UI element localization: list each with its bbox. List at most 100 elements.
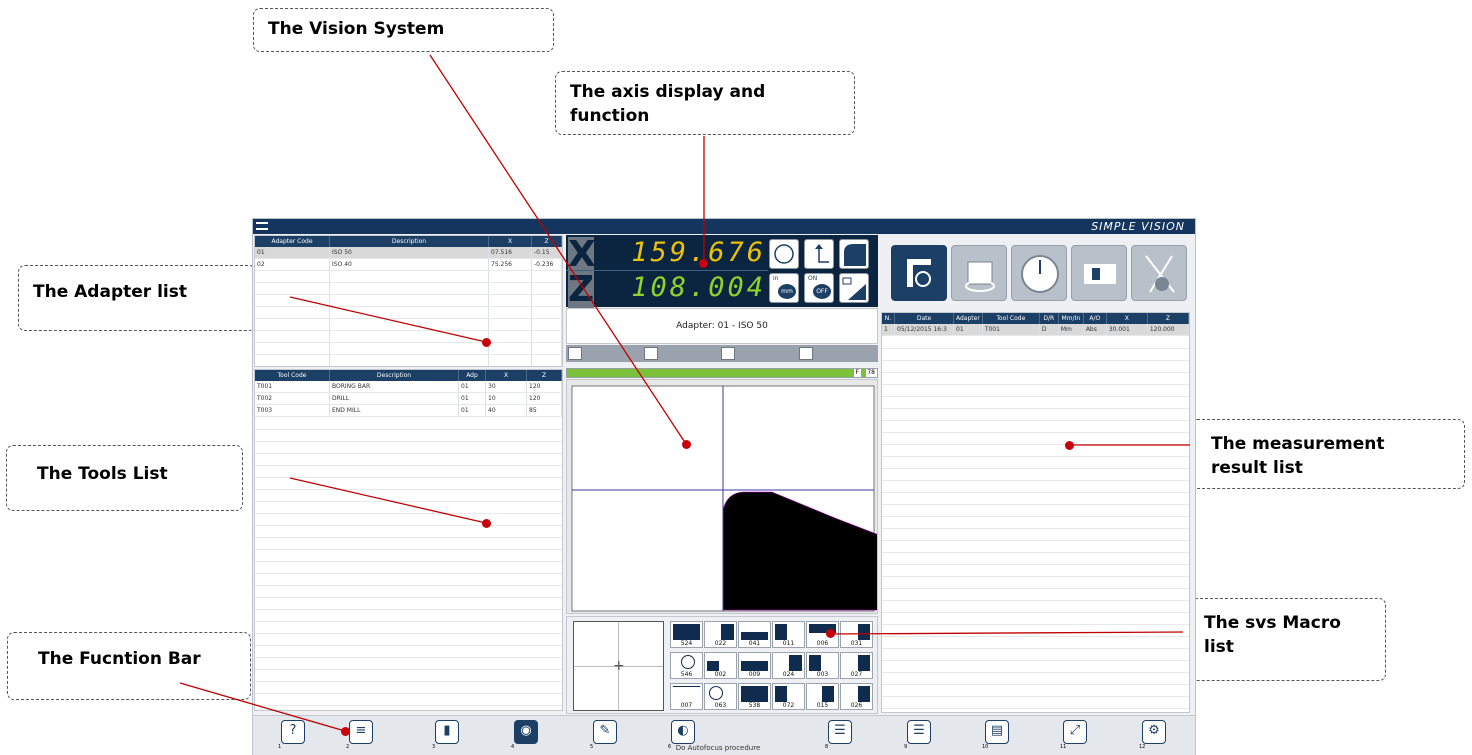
crosshair-plus-icon: + [613,658,625,674]
macro-tile[interactable]: 011 [772,621,805,648]
table-row[interactable]: 01 ISO 50 07.516 -0.15 [255,247,562,259]
database-settings-button[interactable]: ☰ [907,720,931,744]
orientation-button[interactable] [644,347,658,360]
gauge-measure-button[interactable] [1011,245,1067,301]
macro-tile[interactable]: 009 [738,652,771,679]
macro-tile[interactable]: 022 [704,621,737,648]
col-adapter[interactable]: Adapter [953,313,983,324]
report-button[interactable]: ▤ [985,720,1009,744]
fkey-number: 1 [278,744,282,750]
eraser-icon: ✎ [599,723,611,738]
col-x[interactable]: X [485,370,527,381]
macro-tile[interactable]: 546 [670,652,703,679]
macro-tile[interactable]: 027 [840,652,873,679]
macro-label: 006 [816,640,829,647]
system-settings-button[interactable]: ⚙ [1142,720,1166,744]
rotation-measure-button[interactable] [951,245,1007,301]
orientation-button[interactable] [568,347,582,360]
col-ao[interactable]: A/O [1083,313,1107,324]
callout-vision-system: The Vision System [253,8,554,52]
col-n[interactable]: N. [882,313,895,324]
tool-probe-button[interactable] [839,273,869,303]
cell: 02 [255,258,330,271]
col-x[interactable]: X [488,236,532,247]
x-axis-label: X [568,234,596,275]
vision-viewport[interactable] [566,379,878,614]
col-z[interactable]: Z [526,370,562,381]
macro-label: 015 [816,702,829,709]
autofocus-button[interactable]: ◐ [671,720,695,744]
col-description[interactable]: Description [329,370,459,381]
macro-tile[interactable]: 002 [704,652,737,679]
caliper-measure-button[interactable] [891,245,947,301]
table-row[interactable]: 02 ISO 40 75.256 -0.236 [255,258,562,271]
col-dr[interactable]: D/R [1039,313,1059,324]
table-row[interactable]: T001 BORING BAR 01 30 120 [255,381,562,393]
dro-divider [566,270,768,271]
profile-measure-button[interactable] [1071,245,1127,301]
focus-level-fill [567,369,868,377]
macro-label: 063 [714,702,727,709]
menu-icon[interactable] [256,222,268,230]
macro-tile[interactable]: 015 [806,683,839,710]
col-mm-in[interactable]: Mm/In [1058,313,1084,324]
callout-axis-display: The axis display and function [555,71,855,135]
macro-tile[interactable]: 003 [806,652,839,679]
adapter-info-text: Adapter: 01 - ISO 50 [676,321,768,331]
angle-measure-button[interactable] [1131,245,1187,301]
adapter-table[interactable]: Adapter Code Description X Z 01 ISO 50 0… [255,236,562,366]
callout-measurement-line1: The measurement [1211,434,1385,454]
macro-tile[interactable]: 072 [772,683,805,710]
fkey-number: 12 [1139,744,1146,750]
macro-tile[interactable]: 524 [670,621,703,648]
macro-shape-icon [673,686,700,703]
tool-table[interactable]: Tool Code Description Adp X Z T001 BORIN… [255,370,562,417]
col-tool-code[interactable]: Tool Code [255,370,330,381]
callout-axis-display-line2: function [570,106,650,126]
cell: 120 [526,392,562,405]
col-x[interactable]: X [1106,313,1148,324]
corner-radius-button[interactable] [839,239,869,269]
measurement-list-panel: N. Date Adapter Tool Code D/R Mm/In A/O … [881,312,1190,713]
tool-function-button[interactable]: ▮ [435,720,459,744]
cell: T003 [255,404,330,417]
col-tool-code[interactable]: Tool Code [982,313,1040,324]
help-button[interactable]: ? [281,720,305,744]
table-row[interactable]: T002 DRILL 01 10 120 [255,392,562,405]
macro-tile[interactable]: 063 [704,683,737,710]
x-axis-value: 159.676 [631,237,766,268]
macro-tile[interactable]: 007 [670,683,703,710]
macro-shape-icon [741,661,768,671]
macro-tile[interactable]: 031 [840,621,873,648]
col-date[interactable]: Date [894,313,954,324]
erase-button[interactable]: ✎ [593,720,617,744]
perpendicular-button[interactable] [804,239,834,269]
adapter-function-button[interactable]: ≡ [349,720,373,744]
macro-label: 026 [850,702,863,709]
orientation-button[interactable] [799,347,813,360]
col-description[interactable]: Description [329,236,489,247]
marker-adapter [482,338,491,347]
fullscreen-button[interactable]: ⤢ [1063,720,1087,744]
measurement-table[interactable]: N. Date Adapter Tool Code D/R Mm/In A/O … [882,313,1189,336]
cell: 30 [485,381,527,393]
macro-tile[interactable]: 024 [772,652,805,679]
camera-function-button[interactable]: ◉ [514,720,538,744]
macro-tile[interactable]: 538 [738,683,771,710]
table-row[interactable]: T003 END MILL 01 40 85 [255,404,562,417]
table-row[interactable]: 1 05/12/2015 16:3 01 T001 D Mm Abs 30.00… [882,324,1189,336]
macro-tile[interactable]: 026 [840,683,873,710]
circle-measure-button[interactable] [769,239,799,269]
unit-toggle-button[interactable]: in mm [769,273,799,303]
camera-icon: ◉ [520,723,532,738]
col-z[interactable]: Z [531,236,562,247]
fkey-number: 5 [590,744,594,750]
col-adapter-code[interactable]: Adapter Code [255,236,330,247]
macro-shape-icon [707,661,719,671]
col-z[interactable]: Z [1147,313,1189,324]
database-export-button[interactable]: ☰ [828,720,852,744]
on-off-toggle-button[interactable]: ON OFF [804,273,834,303]
col-adp[interactable]: Adp [458,370,486,381]
macro-tile[interactable]: 041 [738,621,771,648]
orientation-button[interactable] [721,347,735,360]
